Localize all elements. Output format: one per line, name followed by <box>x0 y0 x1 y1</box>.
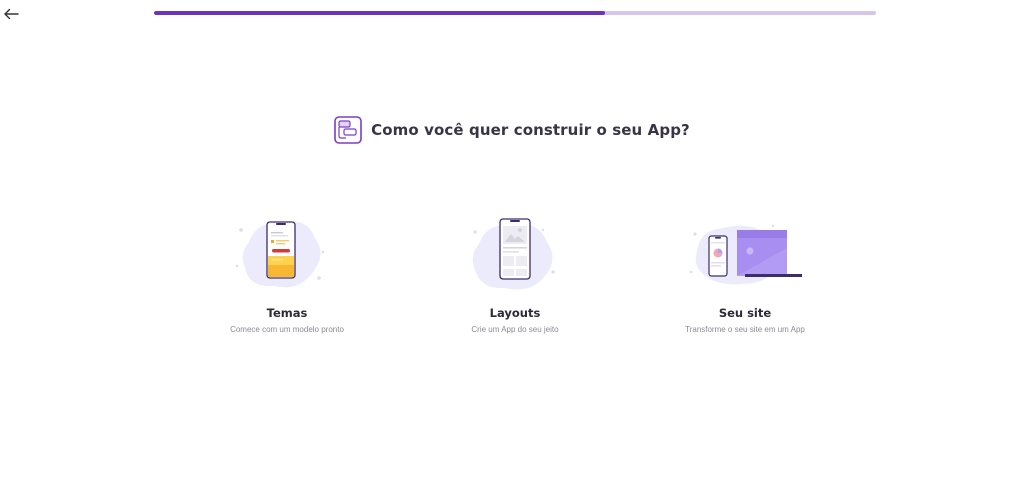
option-description: Transforme o seu site em um App <box>685 325 805 334</box>
option-layouts[interactable]: Layouts Crie um App do seu jeito <box>415 212 615 334</box>
arrow-left-icon <box>4 8 19 20</box>
option-label: Temas <box>266 306 308 320</box>
option-temas[interactable]: Temas Comece com um modelo pronto <box>187 212 387 334</box>
option-description: Crie um App do seu jeito <box>471 325 559 334</box>
header: Como você quer construir o seu App? <box>0 115 1024 145</box>
page: Como você quer construir o seu App? Tema… <box>0 0 1024 477</box>
app-builder-icon <box>334 116 362 144</box>
page-title: Como você quer construir o seu App? <box>371 121 690 139</box>
option-label: Layouts <box>489 306 541 320</box>
layouts-illustration <box>472 218 555 290</box>
option-label: Seu site <box>718 306 772 320</box>
progress-bar-fill <box>154 11 606 15</box>
option-seu-site[interactable]: Seu site Transforme o seu site em um App <box>645 212 845 334</box>
option-description: Comece com um modelo pronto <box>230 325 344 334</box>
themes-illustration <box>235 221 325 288</box>
progress-bar <box>154 11 876 15</box>
website-illustration <box>689 224 802 285</box>
back-button[interactable] <box>2 5 20 23</box>
